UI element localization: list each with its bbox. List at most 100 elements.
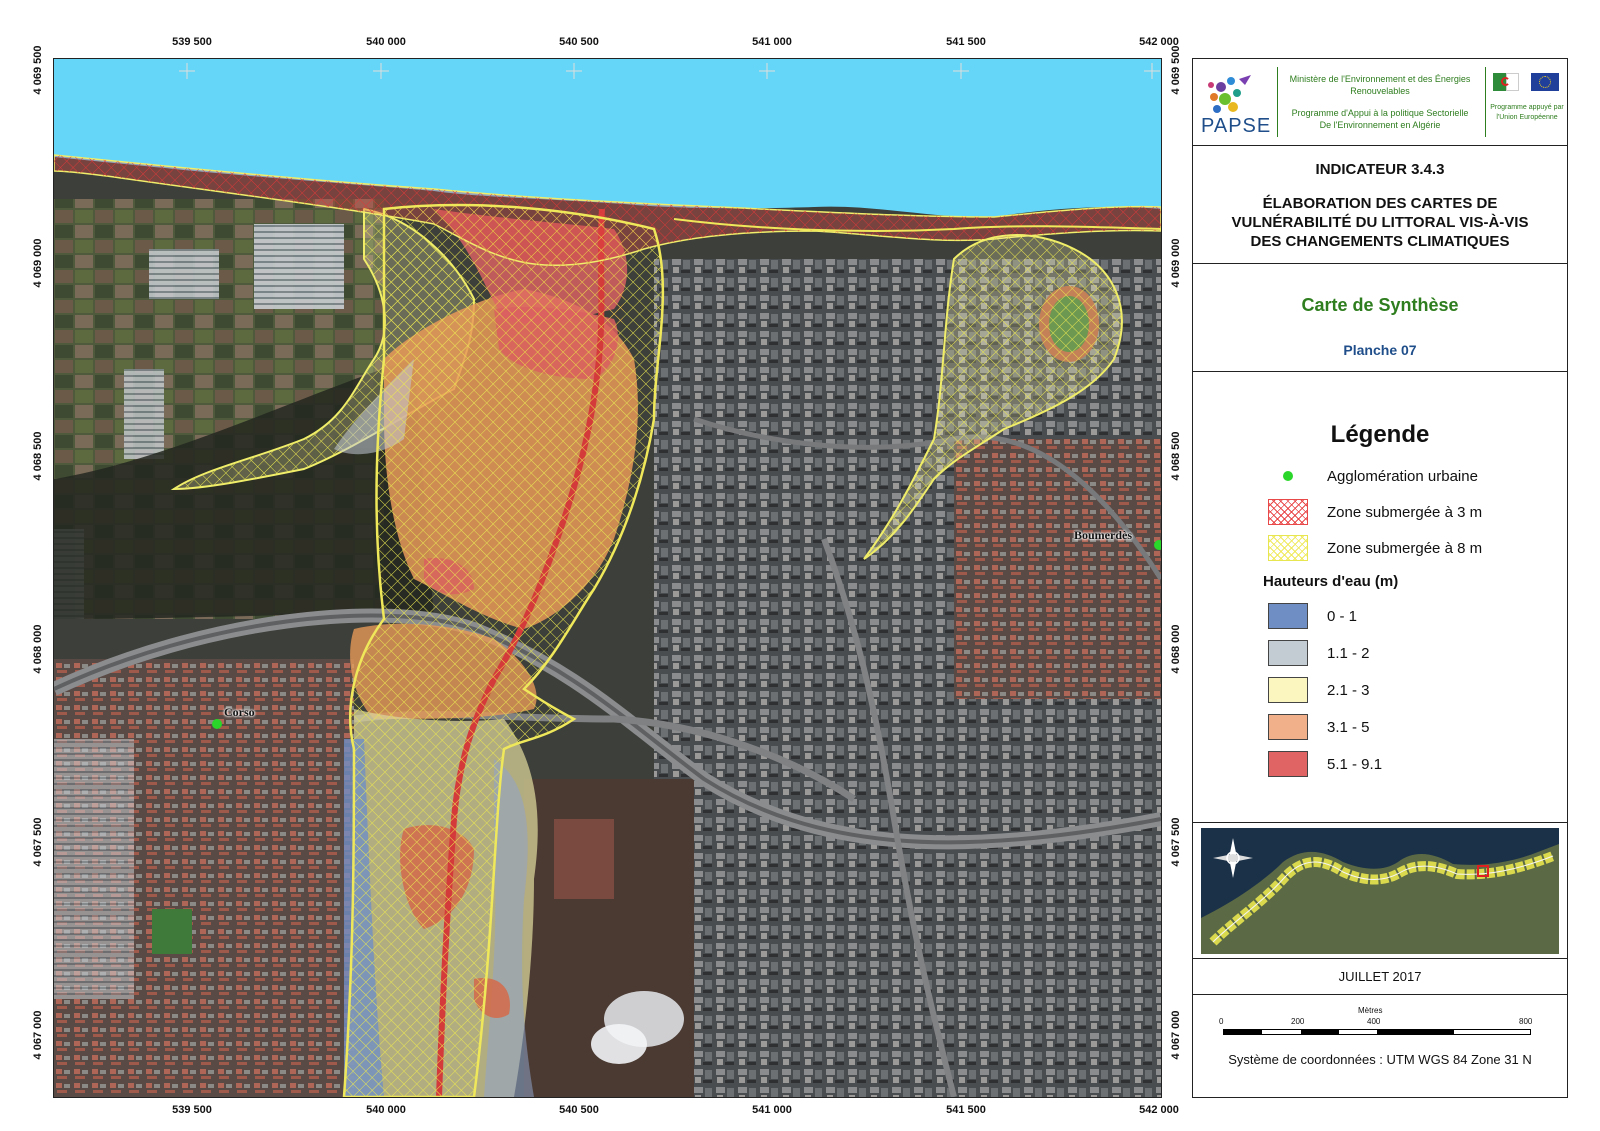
x-tick-label: 542 000 xyxy=(1139,1104,1179,1116)
y-tick-label: 4 069 000 xyxy=(32,238,44,288)
legend-label: 0 - 1 xyxy=(1327,608,1358,625)
y-tick-label: 4 068 000 xyxy=(32,624,44,674)
x-tick-label: 541 000 xyxy=(752,36,792,48)
depth-title: Hauteurs d'eau (m) xyxy=(1263,573,1399,590)
legend-item-depth: 1.1 - 2 xyxy=(1193,640,1567,670)
programme-line: De l'Environnement en Algérie xyxy=(1319,120,1441,130)
legend: Légende Agglomération urbaine Zone subme… xyxy=(1193,371,1567,823)
y-tick-label: 4 068 500 xyxy=(1170,431,1182,481)
legend-heading: Légende xyxy=(1330,421,1430,448)
main-title: ÉLABORATION DES CARTES DE VULNÉRABILITÉ … xyxy=(1193,194,1567,251)
eu-support-line: Programme appuyé par xyxy=(1490,104,1564,111)
programme-line: Programme d'Appui à la politique Sectori… xyxy=(1291,108,1469,118)
y-tick-label: 4 069 500 xyxy=(1170,45,1182,95)
y-tick-label: 4 068 500 xyxy=(32,431,44,481)
y-tick-label: 4 067 000 xyxy=(1170,1010,1182,1060)
depth-swatch xyxy=(1268,640,1308,666)
y-tick-label: 4 069 000 xyxy=(1170,238,1182,288)
coordinate-system: Système de coordonnées : UTM WGS 84 Zone… xyxy=(1228,1052,1532,1067)
legend-label: 5.1 - 9.1 xyxy=(1327,756,1383,773)
scale-block: Mètres 0 200 400 800 Système de coordonn… xyxy=(1193,994,1567,1097)
y-tick-label: 4 067 500 xyxy=(32,817,44,867)
scale-label: 200 xyxy=(1291,1017,1305,1026)
ministry-block: Ministère de l'Environnement et des Éner… xyxy=(1279,73,1481,131)
legend-label: 1.1 - 2 xyxy=(1327,645,1370,662)
north-arrow-icon xyxy=(1211,836,1255,880)
eu-flag-icon xyxy=(1531,73,1559,91)
title-block: INDICATEUR 3.4.3 ÉLABORATION DES CARTES … xyxy=(1193,145,1567,264)
legend-label: Zone submergée à 8 m xyxy=(1327,540,1483,557)
date-block: JUILLET 2017 xyxy=(1193,958,1567,995)
urban-dot-boumerdes[interactable] xyxy=(1154,540,1161,550)
scale-unit: Mètres xyxy=(1358,1006,1383,1015)
ministry-line: Ministère de l'Environnement et des Éner… xyxy=(1289,74,1471,84)
map-name: Carte de Synthèse xyxy=(1301,295,1459,315)
depth-swatch xyxy=(1268,751,1308,777)
indicator-title: INDICATEUR 3.4.3 xyxy=(1315,161,1445,178)
red-hatch-swatch xyxy=(1268,499,1308,525)
legend-item-depth: 3.1 - 5 xyxy=(1193,714,1567,744)
urban-dot-corso[interactable] xyxy=(212,719,222,729)
map-sidebar-panel: PAPSE Ministère de l'Environnement et de… xyxy=(1192,58,1568,1098)
papse-logo: PAPSE xyxy=(1201,69,1271,139)
scale-label: 0 xyxy=(1219,1017,1224,1026)
legend-item-depth: 0 - 1 xyxy=(1193,603,1567,633)
legend-item-depth: 5.1 - 9.1 xyxy=(1193,751,1567,781)
x-tick-label: 539 500 xyxy=(172,1104,212,1116)
y-tick-label: 4 067 000 xyxy=(32,1010,44,1060)
legend-label: 3.1 - 5 xyxy=(1327,719,1370,736)
legend-item-zone8: Zone submergée à 8 m xyxy=(1193,535,1567,565)
x-tick-label: 540 500 xyxy=(559,36,599,48)
x-tick-label: 541 500 xyxy=(946,1104,986,1116)
main-title-line: ÉLABORATION DES CARTES DE xyxy=(1262,195,1498,212)
x-tick-label: 539 500 xyxy=(172,36,212,48)
place-label-corso: Corso xyxy=(224,705,255,719)
greenhouses xyxy=(254,224,344,309)
algeria-flag-icon xyxy=(1493,73,1519,91)
locator-map[interactable] xyxy=(1193,822,1567,959)
x-tick-label: 541 500 xyxy=(946,36,986,48)
x-tick-label: 540 500 xyxy=(559,1104,599,1116)
legend-item-depth: 2.1 - 3 xyxy=(1193,677,1567,707)
divider xyxy=(1485,67,1486,137)
depth-swatch xyxy=(1268,603,1308,629)
legend-item-urban: Agglomération urbaine xyxy=(1193,463,1567,493)
field xyxy=(554,819,614,899)
eu-support-text: Programme appuyé par l'Union Européenne xyxy=(1487,103,1567,123)
cloud xyxy=(591,1024,647,1064)
legend-item-zone3: Zone submergée à 3 m xyxy=(1193,499,1567,529)
papse-logo-text: PAPSE xyxy=(1201,115,1272,137)
y-tick-label: 4 069 500 xyxy=(32,45,44,95)
legend-label: Agglomération urbaine xyxy=(1327,468,1478,485)
greenhouses xyxy=(54,739,134,999)
scale-label: 400 xyxy=(1367,1017,1381,1026)
legend-label: Zone submergée à 3 m xyxy=(1327,504,1483,521)
map-canvas xyxy=(54,59,1161,1097)
subtitle-block: Carte de Synthèse Planche 07 xyxy=(1193,263,1567,372)
divider xyxy=(1277,67,1278,137)
scale-label: 800 xyxy=(1519,1017,1533,1026)
y-tick-label: 4 067 500 xyxy=(1170,817,1182,867)
place-label-boumerdes: Boumerdès xyxy=(1074,528,1132,542)
greenhouses xyxy=(149,249,219,299)
papse-logo-icon xyxy=(1208,75,1251,113)
ministry-line: Renouvelables xyxy=(1350,86,1410,96)
depth-swatch xyxy=(1268,714,1308,740)
depth-swatch xyxy=(1268,677,1308,703)
y-tick-label: 4 068 000 xyxy=(1170,624,1182,674)
main-title-line: DES CHANGEMENTS CLIMATIQUES xyxy=(1250,233,1510,250)
main-title-line: VULNÉRABILITÉ DU LITTORAL VIS-À-VIS xyxy=(1231,214,1529,231)
greenhouses xyxy=(124,369,164,459)
yellow-hatch-swatch xyxy=(1268,535,1308,561)
eu-support-line: l'Union Européenne xyxy=(1496,114,1558,121)
map-frame[interactable]: Corso Boumerdès xyxy=(53,58,1162,1098)
sports-field xyxy=(152,909,192,954)
map-date: JUILLET 2017 xyxy=(1338,969,1422,984)
x-tick-label: 540 000 xyxy=(366,36,406,48)
scale-bar xyxy=(1223,1029,1531,1035)
urban-dot-icon xyxy=(1283,471,1293,481)
x-tick-label: 540 000 xyxy=(366,1104,406,1116)
legend-label: 2.1 - 3 xyxy=(1327,682,1370,699)
x-tick-label: 541 000 xyxy=(752,1104,792,1116)
urban-area-boumerdes xyxy=(954,439,1161,699)
